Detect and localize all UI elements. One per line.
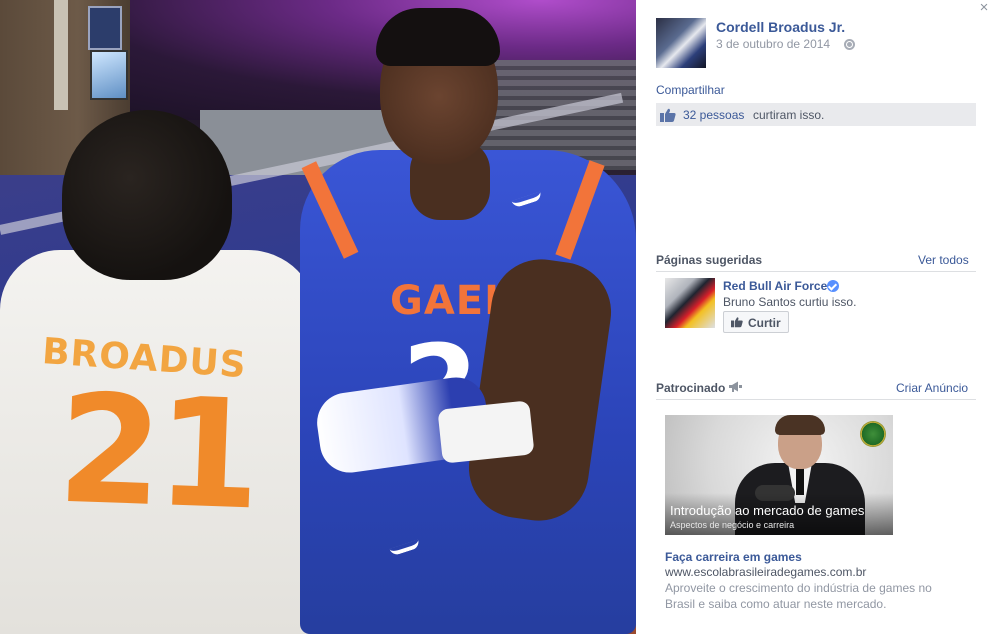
suggested-pages-title: Páginas sugeridas xyxy=(656,253,763,267)
ad-description: Aproveite o crescimento do indústria de … xyxy=(665,581,932,611)
suggested-page-social-context: Bruno Santos curtiu isso. xyxy=(723,295,857,309)
photo-player-hair xyxy=(376,8,500,66)
close-icon[interactable]: × xyxy=(976,0,992,16)
thumbs-up-icon xyxy=(731,317,743,328)
like-page-button-label: Curtir xyxy=(748,316,781,330)
ad-logo-badge xyxy=(860,421,886,447)
post-photo[interactable]: BROADUS 21 GAELS 21 xyxy=(0,0,636,634)
ad-image-subheadline: Aspectos de negócio e carreira xyxy=(670,520,795,530)
likes-suffix: curtiram isso. xyxy=(753,108,825,122)
ad-url[interactable]: www.escolabrasileiradegames.com.br xyxy=(665,565,866,579)
photo-shirt-number: 21 xyxy=(55,362,258,544)
ad-title-link[interactable]: Faça carreira em games xyxy=(665,550,802,564)
post-date[interactable]: 3 de outubro de 2014 xyxy=(716,37,830,51)
author-avatar[interactable] xyxy=(656,18,706,68)
author-name[interactable]: Cordell Broadus Jr. xyxy=(716,19,845,35)
verified-badge-icon xyxy=(827,280,839,292)
photo-banner xyxy=(88,6,122,50)
photo-scoreboard xyxy=(90,50,128,100)
section-divider xyxy=(656,271,976,272)
ad-image[interactable]: Introdução ao mercado de games Aspectos … xyxy=(665,415,893,535)
see-all-link[interactable]: Ver todos xyxy=(918,253,969,267)
thumbs-up-icon xyxy=(660,108,676,122)
sponsored-title: Patrocinado xyxy=(656,381,726,395)
photo-pillar xyxy=(54,0,68,110)
globe-icon[interactable] xyxy=(844,39,855,50)
megaphone-icon xyxy=(729,381,742,392)
ad-image-headline: Introdução ao mercado de games xyxy=(670,503,865,518)
share-link[interactable]: Compartilhar xyxy=(656,83,725,97)
suggested-page-name[interactable]: Red Bull Air Force xyxy=(723,279,827,293)
photo-wrist-tape xyxy=(437,400,535,464)
like-page-button[interactable]: Curtir xyxy=(723,311,789,333)
section-divider xyxy=(656,399,976,400)
suggested-page-thumbnail[interactable] xyxy=(665,278,715,328)
likes-count-link[interactable]: 32 pessoas xyxy=(683,108,744,122)
ad-image-tie xyxy=(796,467,804,495)
ad-image-hair xyxy=(775,415,825,435)
photo-person-head xyxy=(62,110,232,280)
create-ad-link[interactable]: Criar Anúncio xyxy=(896,381,968,395)
